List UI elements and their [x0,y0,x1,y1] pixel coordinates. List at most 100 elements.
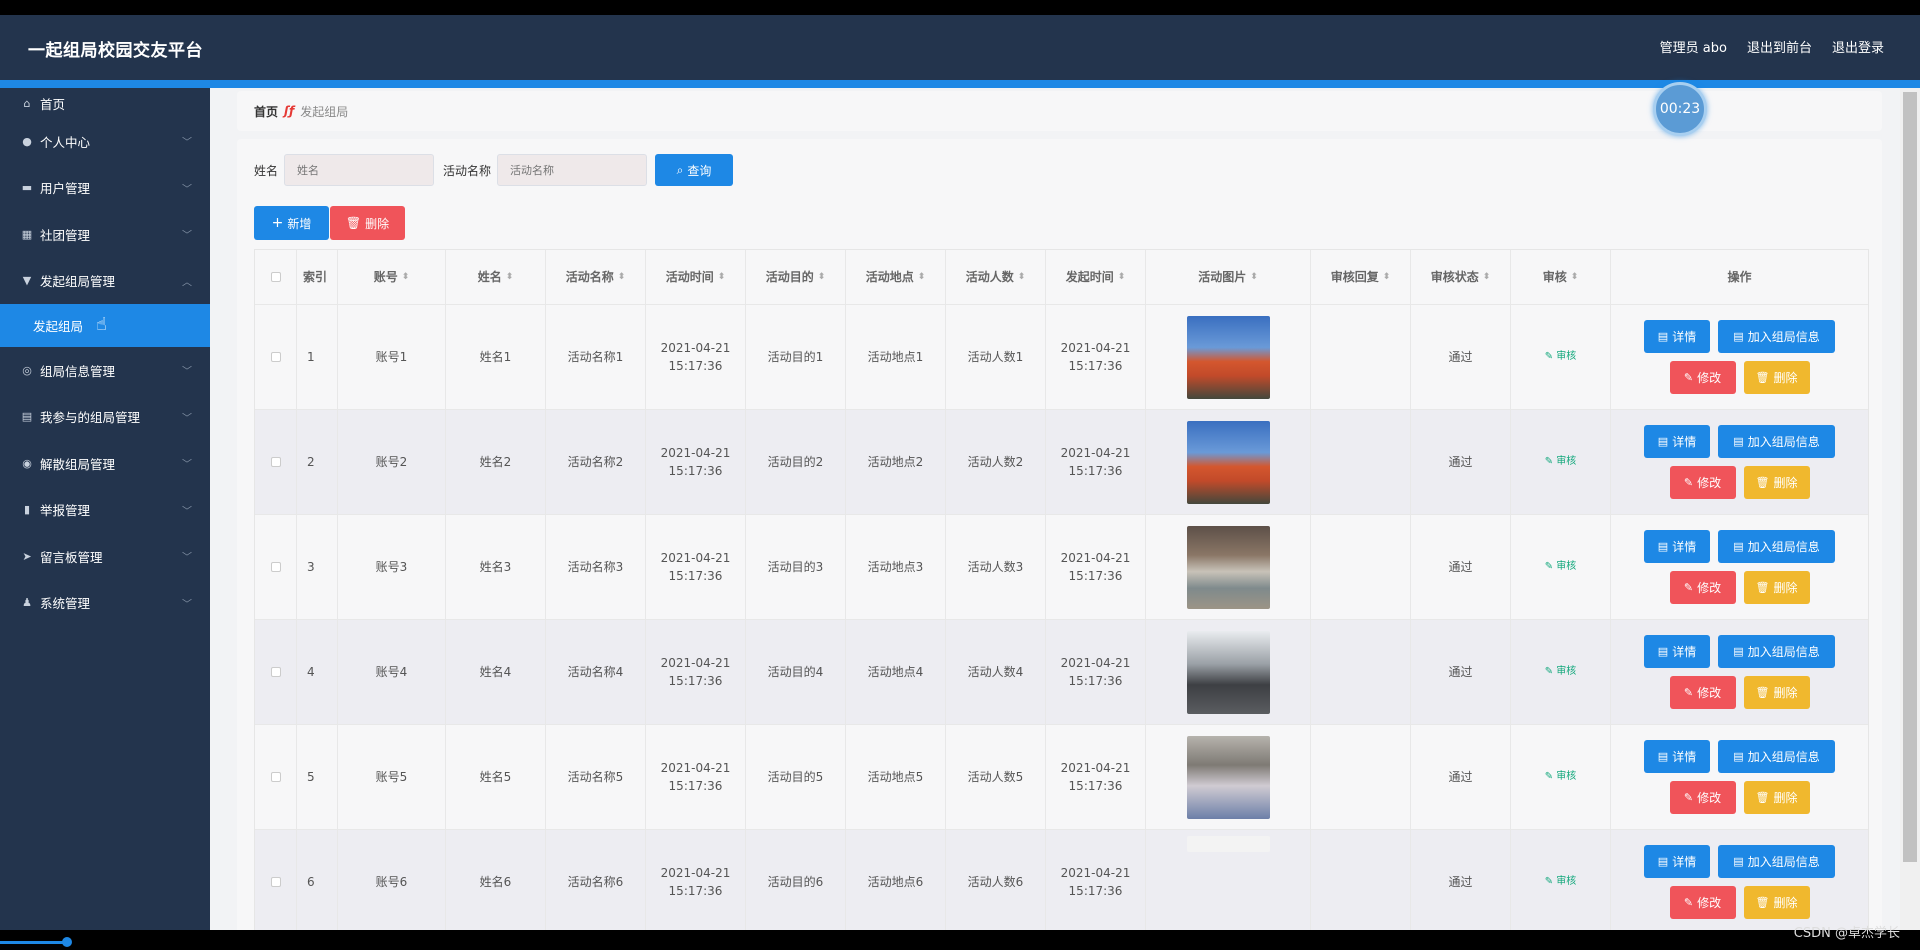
table-cell-name: 姓名6 [446,830,546,934]
detail-button[interactable]: ▤ 详情 [1644,530,1710,563]
edit-button[interactable]: ✎ 修改 [1669,571,1736,604]
column-header[interactable]: 审核状态 ⬍ [1411,250,1511,304]
sort-icon[interactable]: ⬍ [1571,268,1579,286]
delete-button[interactable]: 🗑 删除 [1743,571,1810,604]
sort-icon[interactable]: ⬍ [618,268,626,286]
delete-button[interactable]: 🗑 删除 [1743,886,1810,919]
edit-button[interactable]: ✎ 修改 [1669,361,1736,394]
breadcrumb-home[interactable]: 首页 [254,103,278,120]
activity-photo[interactable] [1186,420,1270,504]
table-cell-image [1146,830,1311,934]
sidebar-item[interactable]: ▼ 发起组局管理 ︿ [0,258,210,305]
audit-link[interactable]: ✎ 审核 [1545,453,1577,471]
column-header[interactable]: 活动名称 ⬍ [546,250,646,304]
sort-icon[interactable]: ⬍ [1483,268,1491,286]
sidebar-item[interactable]: ● 个人中心 ﹀ [0,118,210,165]
column-header[interactable]: 活动时间 ⬍ [646,250,746,304]
activity-photo[interactable] [1186,315,1270,399]
detail-button[interactable]: ▤ 详情 [1644,320,1710,353]
select-all-checkbox[interactable] [270,272,281,282]
table-cell-reply [1311,515,1411,619]
row-checkbox[interactable] [270,352,281,362]
sidebar-item[interactable]: ▦ 社团管理 ﹀ [0,211,210,258]
sidebar-item[interactable]: ♟ 系统管理 ﹀ [0,580,210,627]
column-header[interactable]: 姓名 ⬍ [446,250,546,304]
table-cell-status: 通过 [1411,620,1511,724]
sidebar-item[interactable]: ◎ 组局信息管理 ﹀ [0,347,210,394]
audit-link[interactable]: ✎ 审核 [1545,348,1577,366]
join-group-button[interactable]: ▤ 加入组局信息 [1718,320,1835,353]
detail-button[interactable]: ▤ 详情 [1644,425,1710,458]
delete-button[interactable]: 🗑 删除 [1743,361,1810,394]
trash-icon: 🗑 [1755,371,1770,384]
sidebar-item[interactable]: ▤ 我参与的组局管理 ﹀ [0,394,210,441]
row-checkbox[interactable] [270,457,281,467]
sidebar-item[interactable]: ➤ 留言板管理 ﹀ [0,533,210,580]
column-header[interactable]: 审核 ⬍ [1511,250,1611,304]
sort-icon[interactable]: ⬍ [1118,268,1126,286]
audit-link[interactable]: ✎ 审核 [1545,873,1577,891]
name-search-input[interactable] [284,154,435,186]
table-cell-index: 4 [297,620,338,724]
cell-purpose: 活动目的4 [767,665,824,679]
logout-link[interactable]: 退出登录 [1832,37,1884,56]
sort-icon[interactable]: ⬍ [1383,268,1391,286]
sort-icon[interactable]: ⬍ [818,268,826,286]
sidebar-item[interactable]: ▬ 用户管理 ﹀ [0,165,210,212]
row-checkbox[interactable] [270,877,281,887]
row-checkbox[interactable] [270,772,281,782]
edit-button[interactable]: ✎ 修改 [1669,886,1736,919]
edit-button[interactable]: ✎ 修改 [1669,466,1736,499]
sort-icon[interactable]: ⬍ [506,268,514,286]
back-to-front-link[interactable]: 退出到前台 [1747,37,1812,56]
delete-button[interactable]: 🗑 删除 [1743,781,1810,814]
query-button[interactable]: ⌕ 查询 [655,154,734,186]
sidebar-item-label: 解散组局管理 [40,456,116,472]
bulk-delete-button[interactable]: 🗑 删除 [330,206,405,240]
table-cell-reply [1311,830,1411,934]
activity-photo[interactable] [1186,525,1270,609]
sidebar-item[interactable]: ▮ 举报管理 ﹀ [0,487,210,534]
add-button[interactable]: + 新增 [254,206,329,240]
join-group-button[interactable]: ▤ 加入组局信息 [1718,845,1835,878]
column-header[interactable]: 账号 ⬍ [338,250,446,304]
activity-photo[interactable] [1186,836,1270,852]
column-header[interactable]: 活动地点 ⬍ [846,250,946,304]
sidebar-subitem-active[interactable]: 发起组局 ☝ [0,304,210,347]
sort-icon[interactable]: ⬍ [1250,268,1258,286]
edit-button[interactable]: ✎ 修改 [1669,676,1736,709]
sidebar-item[interactable]: ⌂ 首页 [0,88,210,118]
audit-link[interactable]: ✎ 审核 [1545,768,1577,786]
join-group-button[interactable]: ▤ 加入组局信息 [1718,530,1835,563]
row-checkbox[interactable] [270,667,281,677]
cell-purpose: 活动目的5 [767,770,824,784]
audit-link[interactable]: ✎ 审核 [1545,558,1577,576]
detail-button[interactable]: ▤ 详情 [1644,740,1710,773]
column-header[interactable]: 发起时间 ⬍ [1046,250,1146,304]
delete-button[interactable]: 🗑 删除 [1743,676,1810,709]
vertical-scrollbar[interactable] [1900,88,1920,930]
detail-button[interactable]: ▤ 详情 [1644,845,1710,878]
join-group-button[interactable]: ▤ 加入组局信息 [1718,740,1835,773]
sort-icon[interactable]: ⬍ [1018,268,1026,286]
sidebar-item[interactable]: ◉ 解散组局管理 ﹀ [0,440,210,487]
detail-button-label: 详情 [1672,855,1697,869]
delete-button[interactable]: 🗑 删除 [1743,466,1810,499]
activity-photo[interactable] [1186,630,1270,714]
activity-photo[interactable] [1186,735,1270,819]
join-group-button[interactable]: ▤ 加入组局信息 [1718,425,1835,458]
column-header[interactable]: 活动人数 ⬍ [946,250,1046,304]
edit-button[interactable]: ✎ 修改 [1669,781,1736,814]
join-group-button[interactable]: ▤ 加入组局信息 [1718,635,1835,668]
scrollbar-thumb[interactable] [1903,92,1917,862]
column-header[interactable]: 审核回复 ⬍ [1311,250,1411,304]
column-header[interactable]: 活动目的 ⬍ [746,250,846,304]
audit-link[interactable]: ✎ 审核 [1545,663,1577,681]
row-checkbox[interactable] [270,562,281,572]
sort-icon[interactable]: ⬍ [718,268,726,286]
activity-search-input[interactable] [497,154,648,186]
detail-button[interactable]: ▤ 详情 [1644,635,1710,668]
sort-icon[interactable]: ⬍ [918,268,926,286]
sort-icon[interactable]: ⬍ [402,268,410,286]
column-header[interactable]: 活动图片 ⬍ [1146,250,1311,304]
